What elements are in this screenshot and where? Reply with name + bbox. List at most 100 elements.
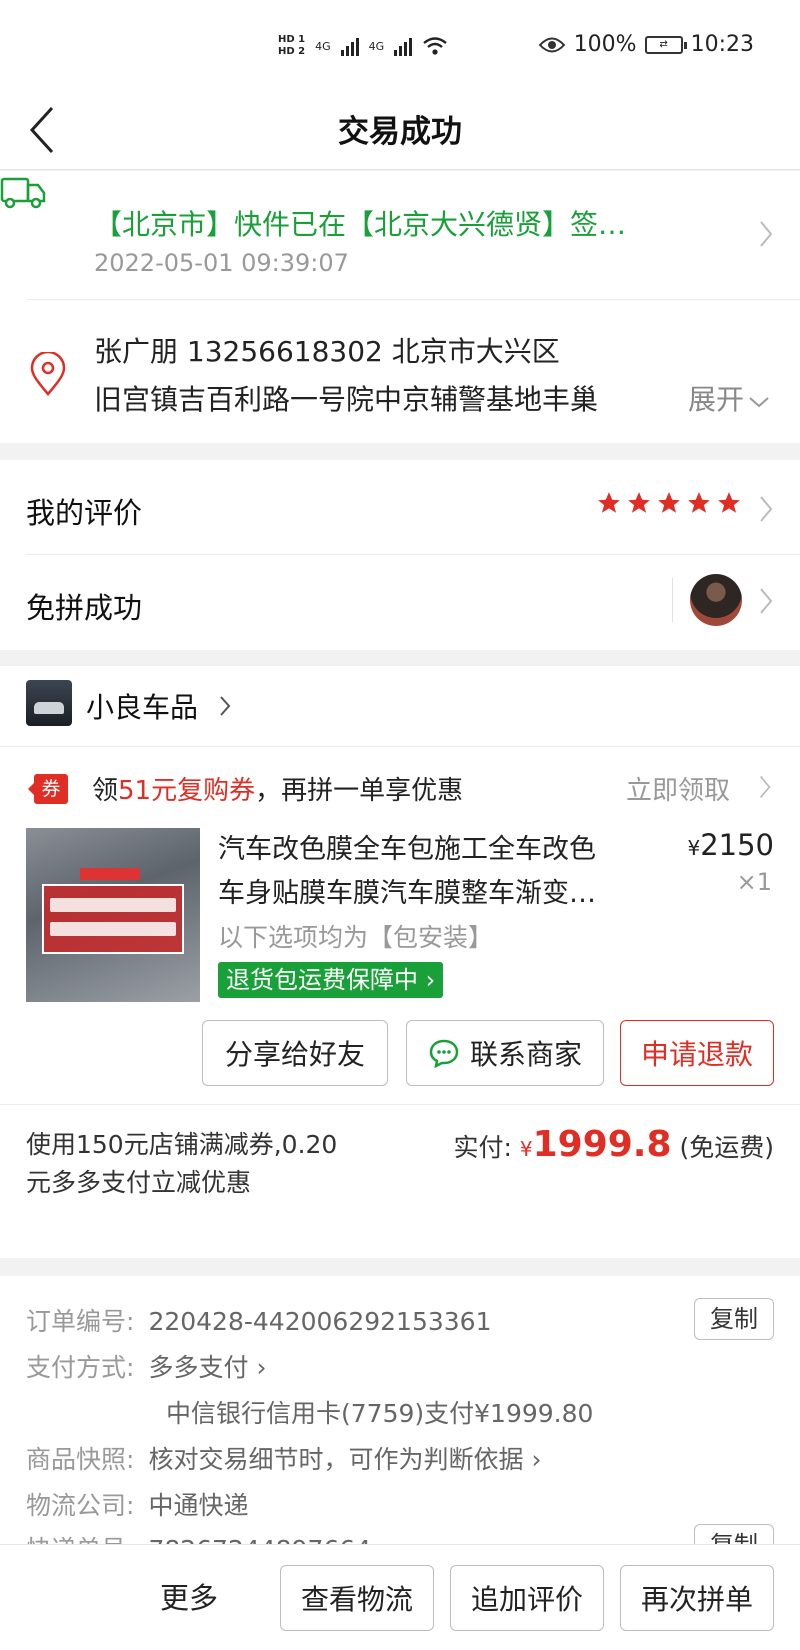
sim2-label: HD 2: [278, 46, 306, 57]
expand-label: 展开: [688, 383, 745, 416]
coupon-prefix: 领: [92, 776, 119, 806]
expand-address-button[interactable]: 展开: [682, 378, 771, 418]
my-review-label: 我的评价: [26, 496, 143, 530]
address-row[interactable]: [0, 300, 800, 443]
group-success-label: 免拼成功: [26, 591, 143, 625]
rating-stars: [596, 490, 742, 516]
refund-label: 申请退款: [640, 1038, 753, 1071]
product-price: ¥2150: [687, 828, 774, 862]
contact-seller-button[interactable]: 联系商家: [406, 1020, 604, 1086]
shop-name: 小良车品: [86, 691, 199, 724]
product-quantity: ×1: [736, 868, 772, 896]
coupon-highlight: 51元复购券: [118, 776, 256, 806]
chevron-right-icon: [760, 588, 773, 614]
coupon-text: 领51元复购券，再拼一单享优惠: [92, 770, 463, 807]
request-refund-button[interactable]: 申请退款: [620, 1020, 774, 1086]
payment-detail-text: 中信银行信用卡(7759)支付¥1999.80: [166, 1399, 594, 1428]
bottom-action-bar: 更多 查看物流 追加评价 再次拼单: [0, 1544, 800, 1650]
avatar: [690, 574, 742, 626]
page-title: 交易成功: [338, 114, 462, 150]
nav-bar: 交易成功: [0, 92, 800, 170]
share-button[interactable]: 分享给好友: [202, 1020, 388, 1086]
thumbnail-sign: [42, 884, 184, 954]
price-currency: ¥: [687, 836, 701, 860]
carrier-row: 物流公司: 中通快递: [26, 1486, 248, 1522]
signal-indicators: HD 1 HD 2 4G 4G: [278, 26, 448, 66]
location-pin-icon: [30, 352, 66, 396]
order-number-row: 订单编号: 220428-442006292153361: [26, 1302, 491, 1338]
shipping-note: (免运费): [679, 1133, 774, 1162]
star-icon: [688, 492, 710, 513]
payment-method-label: 支付方式:: [26, 1353, 135, 1382]
address-detail: 旧宫镇吉百利路一号院中京辅警基地丰巢: [94, 383, 599, 416]
chevron-down-icon: [749, 397, 769, 408]
product-thumbnail[interactable]: [26, 828, 200, 1002]
payment-detail: 中信银行信用卡(7759)支付¥1999.80: [166, 1394, 593, 1430]
snapshot-value: 核对交易细节时，可作为判断依据: [148, 1445, 524, 1474]
recipient-info: 张广朋 13256618302 北京市大兴区: [94, 335, 560, 368]
network-type-2: 4G: [368, 39, 385, 53]
chat-bubble-icon: [429, 1039, 459, 1068]
add-review-button[interactable]: 追加评价: [450, 1565, 604, 1631]
share-label: 分享给好友: [224, 1038, 365, 1071]
truck-icon: [0, 177, 46, 209]
price-value: 2150: [700, 828, 774, 862]
status-right: 100% ⇄ 10:23: [538, 32, 754, 57]
divider: [0, 746, 800, 747]
reorder-label: 再次拼单: [640, 1583, 753, 1616]
chevron-right-icon: ›: [531, 1445, 542, 1474]
payment-method-row[interactable]: 支付方式: 多多支付 ›: [26, 1348, 266, 1384]
discount-note: 使用150元店铺满减券,0.20元多多支付立减优惠: [26, 1130, 338, 1197]
carrier-name: 中通快递: [148, 1491, 249, 1520]
signal-bars-icon: [394, 36, 413, 56]
product-option: 以下选项均为【包安装】: [218, 923, 494, 952]
vertical-separator: [672, 578, 673, 622]
claim-coupon-link[interactable]: 立即领取: [626, 770, 730, 807]
add-review-label: 追加评价: [470, 1583, 583, 1616]
paid-label: 实付:: [453, 1133, 512, 1162]
status-bar: HD 1 HD 2 4G 4G 100% ⇄ 10:23: [0, 0, 800, 92]
reorder-button[interactable]: 再次拼单: [620, 1565, 774, 1631]
chevron-right-icon: ›: [256, 1353, 267, 1382]
logistics-row[interactable]: 【北京市】快件已在【北京大兴德贤】签… 2022-05-01 09:39:07: [0, 171, 800, 299]
more-button[interactable]: 更多: [160, 1575, 218, 1617]
coupon-suffix: ，再拼一单享优惠: [255, 776, 464, 806]
logistics-time: 2022-05-01 09:39:07: [94, 249, 349, 277]
signal-bars-icon: [340, 36, 359, 56]
order-number-label: 订单编号:: [26, 1307, 135, 1336]
paid-currency: ¥: [519, 1137, 533, 1161]
product-title-line2: 车身贴膜车膜汽车膜整车渐变…: [218, 878, 596, 909]
clock: 10:23: [690, 32, 754, 57]
shop-logo: [26, 680, 72, 726]
coupon-tag: 券: [28, 774, 68, 804]
group-success-row[interactable]: 免拼成功: [0, 555, 800, 650]
order-number: 220428-442006292153361: [148, 1307, 492, 1336]
wifi-icon: [423, 37, 447, 55]
carrier-label: 物流公司:: [26, 1491, 135, 1520]
snapshot-row[interactable]: 商品快照: 核对交易细节时，可作为判断依据 ›: [26, 1440, 541, 1476]
chevron-right-icon: [760, 496, 773, 522]
chevron-right-icon: [760, 776, 771, 798]
thumbnail-banner: [80, 868, 140, 880]
guarantee-label: 退货包运费保障中: [226, 966, 418, 994]
return-shipping-badge[interactable]: 退货包运费保障中 ›: [218, 962, 444, 998]
view-logistics-button[interactable]: 查看物流: [280, 1565, 434, 1631]
view-logistics-label: 查看物流: [300, 1583, 413, 1616]
star-icon: [718, 492, 740, 513]
product-title[interactable]: 汽车改色膜全车包施工全车改色 车身贴膜车膜汽车膜整车渐变…: [218, 828, 648, 916]
paid-total: 实付: ¥1999.8 (免运费): [453, 1124, 774, 1165]
payment-method: 多多支付: [148, 1353, 249, 1382]
contact-label: 联系商家: [469, 1038, 582, 1071]
eye-icon: [538, 37, 566, 52]
sim-labels: HD 1 HD 2: [278, 34, 305, 58]
divider: [0, 1104, 800, 1105]
star-icon: [628, 492, 650, 513]
battery-icon: ⇄: [644, 35, 687, 54]
star-icon: [598, 492, 620, 513]
snapshot-label: 商品快照:: [26, 1445, 135, 1474]
logistics-status: 【北京市】快件已在【北京大兴德贤】签…: [94, 208, 627, 241]
copy-order-number-button[interactable]: 复制: [694, 1298, 774, 1340]
sim1-label: HD 1: [278, 34, 306, 45]
network-type-1: 4G: [315, 39, 331, 53]
paid-amount: 1999.8: [532, 1124, 672, 1165]
